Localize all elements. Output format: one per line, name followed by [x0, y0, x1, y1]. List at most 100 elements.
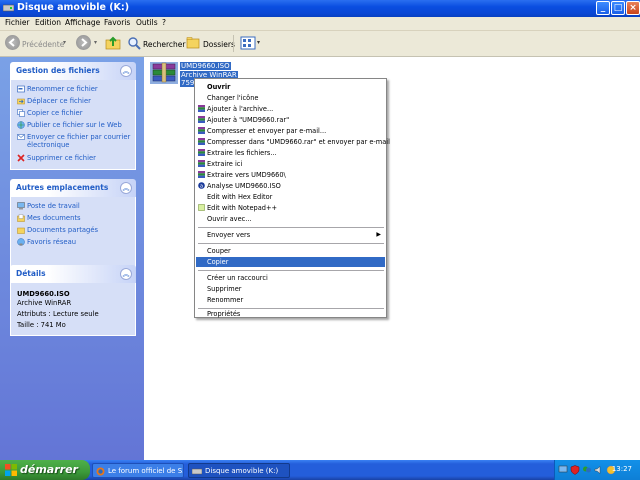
task-rename-label: Renommer ce fichier — [27, 85, 98, 93]
forward-button[interactable] — [76, 35, 91, 50]
file-tasks-body: Renommer ce fichier Déplacer ce fichier … — [10, 80, 136, 170]
firefox-icon — [96, 467, 105, 476]
start-label: démarrer — [20, 463, 78, 476]
forward-arrow-icon — [81, 38, 88, 47]
collapse-chevron-icon[interactable]: ︽ — [120, 65, 132, 77]
menu-item-compresser-email[interactable]: Compresser et envoyer par e-mail... — [196, 126, 385, 136]
task-email-label: Envoyer ce fichier par courrier électron… — [27, 133, 131, 149]
search-icon[interactable] — [127, 36, 141, 50]
menu-item-extraire-ici[interactable]: Extraire ici — [196, 159, 385, 169]
details-panel: Détails ︽ UMD9660.ISO Archive WinRAR Att… — [10, 265, 136, 336]
back-label[interactable]: Précédente — [22, 40, 64, 49]
menu-item-hex-editor[interactable]: Edit with Hex Editor — [196, 192, 385, 202]
other-places-panel: Autres emplacements ︽ Poste de travail M… — [10, 179, 136, 271]
details-file-name: UMD9660.ISO — [17, 290, 70, 298]
close-button[interactable]: × — [626, 1, 640, 15]
place-shared-documents-label: Documents partagés — [27, 226, 99, 234]
menu-help[interactable]: ? — [162, 18, 166, 27]
start-button[interactable]: démarrer — [0, 460, 90, 480]
svg-text:a: a — [200, 184, 203, 190]
back-arrow-icon — [8, 38, 15, 47]
menu-item-extraire-vers[interactable]: Extraire vers UMD9660\ — [196, 170, 385, 180]
maximize-button[interactable]: □ — [611, 1, 625, 15]
taskbar-item-forum[interactable]: Le forum officiel de S... — [92, 463, 184, 478]
toolbar-separator — [233, 35, 234, 52]
menu-item-creer-raccourci[interactable]: Créer un raccourci — [196, 273, 385, 283]
file-tasks-panel: Gestion des fichiers ︽ Renommer ce fichi… — [10, 62, 136, 170]
details-attributes: Attributs : Lecture seule — [17, 310, 99, 318]
task-move-label: Déplacer ce fichier — [27, 97, 91, 105]
network-tray-icon[interactable] — [558, 465, 568, 475]
menu-item-supprimer[interactable]: Supprimer — [196, 284, 385, 294]
back-dropdown-icon[interactable]: ▾ — [63, 39, 66, 46]
folders-button[interactable]: Dossiers — [203, 40, 235, 49]
file-tasks-title: Gestion des fichiers — [16, 66, 100, 75]
file-name-label[interactable]: UMD9660.ISO — [180, 62, 231, 70]
taskbar-item-forum-label: Le forum officiel de S... — [108, 467, 184, 475]
menu-item-copier[interactable]: Copier — [196, 257, 385, 267]
menu-item-ajouter-archive[interactable]: Ajouter à l'archive... — [196, 104, 385, 114]
forward-dropdown-icon[interactable]: ▾ — [94, 39, 97, 46]
menu-item-compresser-rar-email[interactable]: Compresser dans "UMD9660.rar" et envoyer… — [196, 137, 390, 147]
menu-item-envoyer-vers[interactable]: Envoyer vers ▶ — [196, 230, 385, 240]
drive-icon — [3, 4, 14, 12]
clock[interactable]: 13:27 — [612, 465, 632, 473]
place-my-documents-label: Mes documents — [27, 214, 81, 222]
shared-folder-icon — [17, 227, 25, 234]
menu-separator — [198, 270, 384, 271]
folders-icon[interactable] — [186, 36, 201, 50]
details-file-type: Archive WinRAR — [17, 299, 72, 307]
views-icon[interactable] — [240, 36, 256, 50]
copy-icon — [17, 109, 25, 117]
menu-bar: Fichier Edition Affichage Favoris Outils… — [0, 17, 640, 31]
rename-icon — [17, 85, 25, 93]
menu-item-ouvrir-avec[interactable]: Ouvrir avec... — [196, 214, 385, 224]
back-button[interactable] — [5, 35, 20, 50]
winrar-icon — [198, 116, 205, 123]
details-size: Taille : 741 Mo — [17, 321, 66, 329]
menu-item-proprietes[interactable]: Propriétés — [196, 307, 385, 318]
winrar-icon — [198, 160, 205, 167]
computer-icon — [17, 202, 25, 210]
other-places-title: Autres emplacements — [16, 183, 109, 192]
details-header[interactable]: Détails ︽ — [10, 265, 136, 283]
globe-icon — [17, 121, 25, 129]
views-dropdown-icon[interactable]: ▾ — [257, 39, 260, 46]
menu-affichage[interactable]: Affichage — [65, 18, 100, 27]
menu-item-changer-icone[interactable]: Changer l'icône — [196, 93, 385, 103]
menu-favoris[interactable]: Favoris — [104, 18, 130, 27]
menu-item-analyse[interactable]: a Analyse UMD9660.ISO — [196, 181, 385, 191]
security-shield-icon[interactable] — [570, 465, 580, 475]
details-title: Détails — [16, 269, 46, 278]
menu-fichier[interactable]: Fichier — [5, 18, 30, 27]
taskbar-item-explorer[interactable]: Disque amovible (K:) — [188, 463, 290, 478]
menu-item-couper[interactable]: Couper — [196, 246, 385, 256]
search-button[interactable]: Rechercher — [143, 40, 185, 49]
collapse-chevron-icon[interactable]: ︽ — [120, 268, 132, 280]
menu-item-ajouter-rar[interactable]: Ajouter à "UMD9660.rar" — [196, 115, 385, 125]
menu-separator — [198, 243, 384, 244]
menu-edition[interactable]: Edition — [35, 18, 61, 27]
menu-outils[interactable]: Outils — [136, 18, 158, 27]
documents-folder-icon — [17, 214, 25, 222]
menu-item-ouvrir[interactable]: Ouvrir — [196, 82, 385, 92]
volume-icon[interactable] — [594, 465, 604, 475]
notepadpp-icon — [198, 204, 205, 211]
menu-item-renommer[interactable]: Renommer — [196, 295, 385, 305]
place-network-label: Favoris réseau — [27, 238, 77, 246]
menu-item-notepadpp[interactable]: Edit with Notepad++ — [196, 203, 385, 213]
task-copy-label: Copier ce fichier — [27, 109, 83, 117]
file-tasks-header[interactable]: Gestion des fichiers ︽ — [10, 62, 136, 80]
toolbar: Précédente ▾ ▾ Rechercher Dossiers ▾ — [0, 31, 640, 57]
minimize-button[interactable]: _ — [596, 1, 610, 15]
title-bar[interactable]: Disque amovible (K:) _ □ × — [0, 0, 640, 17]
up-folder-icon[interactable] — [105, 35, 121, 51]
winrar-icon — [198, 105, 205, 112]
other-places-header[interactable]: Autres emplacements ︽ — [10, 179, 136, 197]
winrar-icon — [198, 138, 205, 145]
messenger-icon[interactable] — [582, 465, 592, 475]
network-icon — [17, 238, 25, 246]
menu-item-extraire-fichiers[interactable]: Extraire les fichiers... — [196, 148, 385, 158]
winrar-archive-icon[interactable] — [150, 62, 178, 84]
collapse-chevron-icon[interactable]: ︽ — [120, 182, 132, 194]
